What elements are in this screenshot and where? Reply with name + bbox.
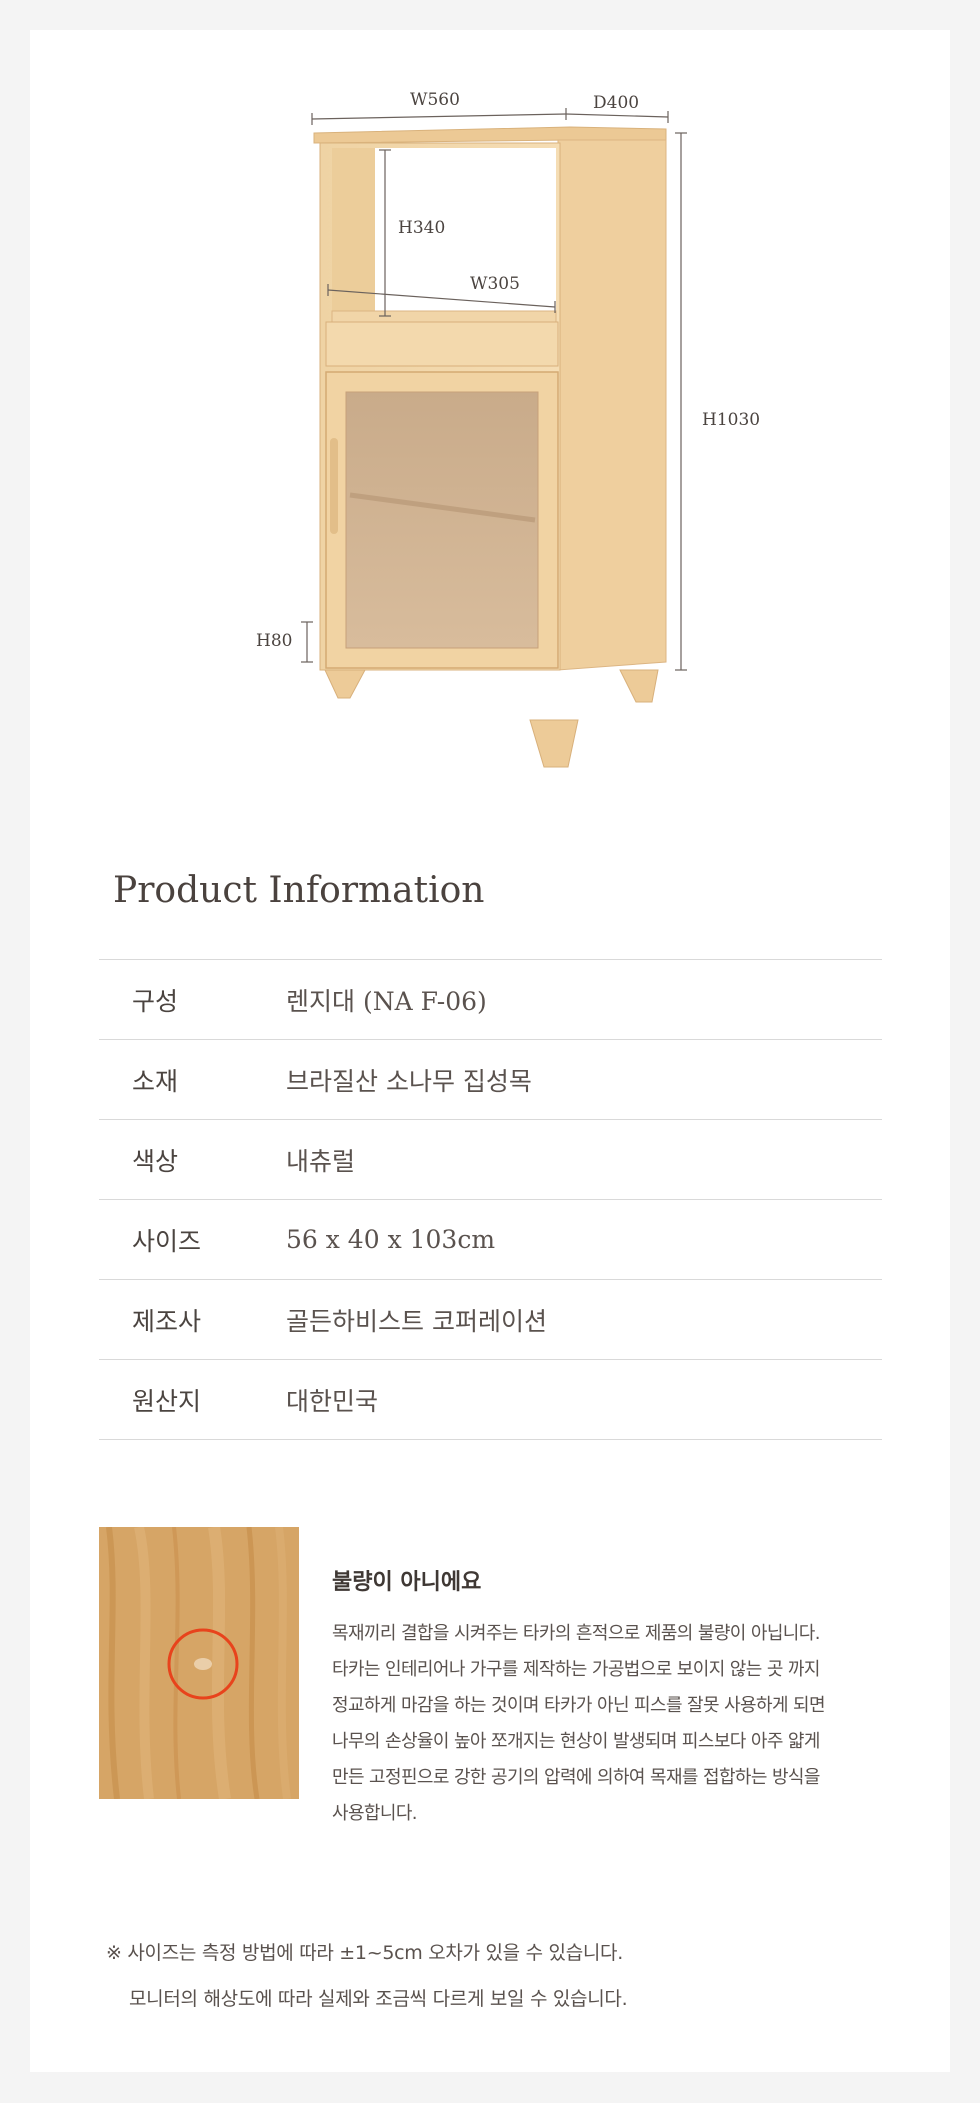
table-row: 제조사 골든하비스트 코퍼레이션: [99, 1280, 882, 1360]
row-value: 56 x 40 x 103cm: [286, 1225, 496, 1254]
product-info-table: 구성 렌지대 (NA F-06) 소재 브라질산 소나무 집성목 색상 내츄럴 …: [99, 959, 882, 1440]
size-disclaimer: ※ 사이즈는 측정 방법에 따라 ±1~5cm 오차가 있을 수 있습니다. 모…: [106, 1930, 628, 2022]
row-value: 렌지대 (NA F-06): [286, 986, 487, 1016]
wood-closeup-image: [99, 1525, 299, 1800]
table-row: 색상 내츄럴: [99, 1120, 882, 1200]
product-dimension-figure: W560 D400 H1030 H340 W305 H80: [30, 30, 950, 790]
row-label: 구성: [132, 986, 179, 1016]
row-value: 내츄럴: [286, 1146, 356, 1176]
leg-height-dimension-label: H80: [256, 631, 293, 651]
notice-line: 나무의 손상율이 높아 쪼개지는 현상이 발생되며 피스보다 아주 얇게: [332, 1731, 820, 1752]
table-row: 소재 브라질산 소나무 집성목: [99, 1040, 882, 1120]
notice-line: 사용합니다.: [332, 1803, 418, 1824]
notice-line: 목재끼리 결합을 시켜주는 타카의 흔적으로 제품의 불량이 아닙니다.: [332, 1623, 820, 1644]
depth-dimension-label: D400: [593, 93, 640, 113]
row-label: 사이즈: [132, 1226, 202, 1256]
row-label: 소재: [132, 1066, 179, 1096]
row-value: 골든하비스트 코퍼레이션: [286, 1306, 547, 1336]
notice-title: 불량이 아니에요: [332, 1570, 482, 1595]
width-dimension-label: W560: [410, 90, 460, 110]
row-label: 원산지: [132, 1386, 202, 1416]
row-label: 제조사: [132, 1306, 202, 1336]
disclaimer-line-1: ※ 사이즈는 측정 방법에 따라 ±1~5cm 오차가 있을 수 있습니다.: [106, 1942, 623, 1964]
row-value: 브라질산 소나무 집성목: [286, 1066, 532, 1096]
inner-height-dimension-label: H340: [398, 218, 446, 238]
table-row: 사이즈 56 x 40 x 103cm: [99, 1200, 882, 1280]
row-label: 색상: [132, 1146, 179, 1176]
table-row: 원산지 대한민국: [99, 1360, 882, 1440]
row-value: 대한민국: [286, 1386, 379, 1416]
disclaimer-line-2: 모니터의 해상도에 따라 실제와 조금씩 다르게 보일 수 있습니다.: [129, 1988, 628, 2010]
table-row: 구성 렌지대 (NA F-06): [99, 960, 882, 1040]
notice-line: 타카는 인테리어나 가구를 제작하는 가공법으로 보이지 않는 곳 까지: [332, 1659, 820, 1680]
page-card: W560 D400 H1030 H340 W305 H80 Product In…: [30, 30, 950, 2072]
notice-line: 만든 고정핀으로 강한 공기의 압력에 의하여 목재를 접합하는 방식을: [332, 1767, 820, 1788]
inner-width-dimension-label: W305: [470, 274, 520, 294]
notice-line: 정교하게 마감을 하는 것이며 타카가 아닌 피스를 잘못 사용하게 되면: [332, 1695, 826, 1716]
height-dimension-label: H1030: [702, 410, 761, 430]
section-title: Product Information: [113, 870, 485, 911]
cabinet-illustration: [301, 108, 687, 768]
notice-body: 목재끼리 결합을 시켜주는 타카의 흔적으로 제품의 불량이 아닙니다. 타카는…: [332, 1616, 892, 1832]
